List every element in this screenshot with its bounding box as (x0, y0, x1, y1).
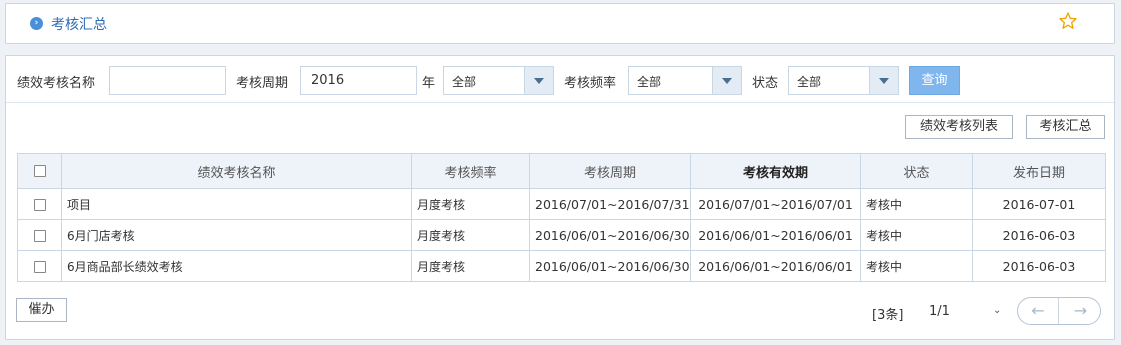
select-all-header[interactable] (17, 153, 62, 189)
main-panel: 绩效考核名称 考核周期 年 全部 考核频率 全部 状态 全部 查询 绩效考核列表… (5, 55, 1115, 340)
column-header[interactable]: 状态 (860, 153, 973, 189)
column-header[interactable]: 考核有效期 (690, 153, 861, 189)
arrow-left-icon[interactable]: ← (1018, 298, 1059, 324)
name-cell: 6月商品部长绩效考核 (61, 250, 412, 282)
row-select-cell[interactable] (17, 250, 62, 282)
arrow-right-icon[interactable]: → (1060, 298, 1100, 324)
table-row[interactable]: 6月门店考核 月度考核 2016/06/01~2016/06/30 2016/0… (17, 219, 1106, 251)
name-cell: 6月门店考核 (61, 219, 412, 251)
row-checkbox[interactable] (33, 260, 46, 273)
row-select-cell[interactable] (17, 219, 62, 251)
row-checkbox[interactable] (33, 229, 46, 242)
assessment-summary-button[interactable]: 考核汇总 (1026, 115, 1105, 139)
assessment-list-button[interactable]: 绩效考核列表 (905, 115, 1013, 139)
column-header[interactable]: 绩效考核名称 (61, 153, 412, 189)
validity-cell: 2016/06/01~2016/06/01 (690, 250, 861, 282)
query-button[interactable]: 查询 (909, 66, 960, 95)
validity-cell: 2016/07/01~2016/07/01 (690, 188, 861, 220)
column-header[interactable]: 考核周期 (529, 153, 691, 189)
status-select[interactable]: 全部 (788, 66, 899, 95)
status-label: 状态 (752, 76, 779, 91)
year-suffix: 年 (422, 76, 436, 91)
validity-cell: 2016/06/01~2016/06/01 (690, 219, 861, 251)
page-indicator: 1/1 (929, 304, 950, 319)
year-select[interactable]: 全部 (443, 66, 554, 95)
date-cell: 2016-06-03 (972, 219, 1106, 251)
column-header[interactable]: 发布日期 (972, 153, 1106, 189)
status-cell: 考核中 (860, 219, 973, 251)
name-cell: 项目 (61, 188, 412, 220)
caret-down-icon[interactable] (712, 67, 741, 94)
frequency-cell: 月度考核 (411, 219, 530, 251)
row-select-cell[interactable] (17, 188, 62, 220)
frequency-cell: 月度考核 (411, 188, 530, 220)
period-cell: 2016/06/01~2016/06/30 (529, 250, 691, 282)
pagination-nav: ← → (1017, 297, 1101, 325)
frequency-select-value: 全部 (637, 75, 662, 89)
caret-down-icon[interactable] (869, 67, 898, 94)
status-cell: 考核中 (860, 250, 973, 282)
page-header: › 考核汇总 (5, 3, 1115, 44)
select-all-checkbox[interactable] (33, 165, 46, 177)
status-cell: 考核中 (860, 188, 973, 220)
table-header-row: 绩效考核名称 考核频率 考核周期 考核有效期 状态 发布日期 (17, 153, 1106, 189)
column-header[interactable]: 考核频率 (411, 153, 530, 189)
date-cell: 2016-07-01 (972, 188, 1106, 220)
frequency-select[interactable]: 全部 (628, 66, 742, 95)
chevron-down-icon[interactable]: ⌄ (993, 305, 1001, 316)
frequency-cell: 月度考核 (411, 250, 530, 282)
chevron-right-icon: › (30, 17, 43, 30)
period-cell: 2016/07/01~2016/07/31 (529, 188, 691, 220)
table-row[interactable]: 6月商品部长绩效考核 月度考核 2016/06/01~2016/06/30 20… (17, 250, 1106, 282)
record-count: [3条] (872, 308, 904, 323)
filter-bar: 绩效考核名称 考核周期 年 全部 考核频率 全部 状态 全部 查询 (6, 56, 1114, 103)
name-label: 绩效考核名称 (17, 76, 96, 91)
frequency-label: 考核频率 (564, 76, 617, 91)
period-label: 考核周期 (236, 76, 289, 91)
star-icon[interactable] (1058, 11, 1078, 31)
caret-down-icon[interactable] (524, 67, 553, 94)
table-row[interactable]: 项目 月度考核 2016/07/01~2016/07/31 2016/07/01… (17, 188, 1106, 220)
assessment-table: 绩效考核名称 考核频率 考核周期 考核有效期 状态 发布日期 项目 月度考核 2… (17, 153, 1106, 282)
status-select-value: 全部 (797, 75, 822, 89)
row-checkbox[interactable] (33, 198, 46, 211)
urge-button[interactable]: 催办 (16, 298, 67, 322)
date-cell: 2016-06-03 (972, 250, 1106, 282)
period-cell: 2016/06/01~2016/06/30 (529, 219, 691, 251)
page-title: 考核汇总 (51, 17, 107, 33)
name-input[interactable] (109, 66, 226, 95)
year-select-value: 全部 (452, 75, 477, 89)
period-input[interactable] (300, 66, 417, 95)
